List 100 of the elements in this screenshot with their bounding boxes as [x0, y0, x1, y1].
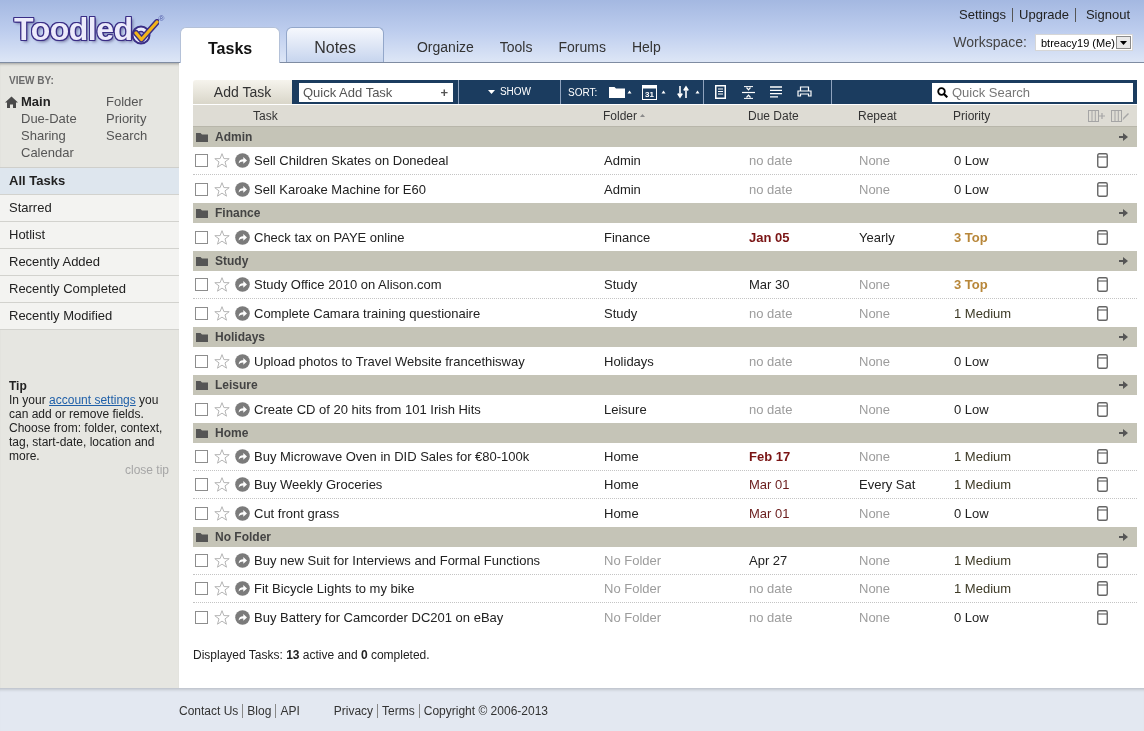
star-icon[interactable]	[214, 277, 230, 292]
task-title[interactable]: Create CD of 20 hits from 101 Irish Hits	[254, 401, 481, 417]
arrow-right-icon[interactable]	[1119, 209, 1128, 217]
task-title[interactable]: Fit Bicycle Lights to my bike	[254, 581, 415, 596]
footer-link[interactable]: Blog	[242, 704, 272, 718]
footer-link[interactable]: API	[275, 704, 300, 718]
add-task-button[interactable]: Add Task	[193, 80, 292, 104]
search-field[interactable]: Quick Search	[932, 82, 1133, 102]
note-icon[interactable]	[1097, 477, 1108, 492]
arrow-right-icon[interactable]	[1119, 257, 1128, 265]
arrow-right-icon[interactable]	[1119, 533, 1128, 541]
collapse-icon[interactable]	[741, 85, 755, 99]
arrow-circle-icon[interactable]	[235, 401, 250, 417]
account-link[interactable]: Settings	[959, 8, 1007, 22]
arrow-right-icon[interactable]	[1119, 333, 1128, 341]
account-link[interactable]: Upgrade	[1012, 8, 1069, 22]
note-icon[interactable]	[1097, 229, 1108, 245]
task-checkbox[interactable]	[195, 182, 208, 196]
arrow-right-icon[interactable]	[1119, 133, 1128, 141]
document-icon[interactable]	[714, 85, 726, 99]
list-item[interactable]: Starred	[0, 195, 179, 222]
column-header[interactable]: Folder	[603, 108, 645, 123]
task-checkbox[interactable]	[195, 582, 208, 595]
list-item[interactable]: Hotlist	[0, 222, 179, 249]
task-checkbox[interactable]	[195, 506, 208, 520]
note-icon[interactable]	[1097, 609, 1108, 625]
footer-link[interactable]: Privacy	[333, 704, 374, 718]
task-checkbox[interactable]	[195, 402, 208, 416]
note-icon[interactable]	[1097, 581, 1108, 596]
arrow-circle-icon[interactable]	[235, 609, 250, 625]
task-title[interactable]: Buy Weekly Groceries	[254, 477, 383, 492]
arrow-circle-icon[interactable]	[235, 553, 250, 568]
view-link[interactable]: Calendar	[5, 144, 90, 161]
list-item[interactable]: Recently Added	[0, 249, 179, 276]
star-icon[interactable]	[214, 449, 230, 464]
column-header[interactable]: Due Date	[748, 108, 799, 123]
note-icon[interactable]	[1097, 449, 1108, 464]
arrow-circle-icon[interactable]	[235, 449, 250, 464]
task-title[interactable]: Buy Battery for Camcorder DC201 on eBay	[254, 609, 504, 625]
view-link[interactable]: Search	[90, 127, 170, 144]
view-link[interactable]: Due-Date	[5, 110, 90, 127]
arrow-circle-icon[interactable]	[235, 581, 250, 596]
show-button[interactable]: SHOW	[459, 80, 560, 104]
list-item[interactable]: All Tasks	[0, 168, 179, 195]
star-icon[interactable]	[214, 505, 230, 521]
task-title[interactable]: Cut front grass	[254, 505, 340, 521]
arrow-circle-icon[interactable]	[235, 153, 250, 168]
star-icon[interactable]	[214, 153, 230, 168]
task-title[interactable]: Study Office 2010 on Alison.com	[254, 277, 442, 292]
task-title[interactable]: Upload photos to Travel Website francethisway	[254, 353, 525, 369]
star-icon[interactable]	[214, 581, 230, 596]
arrow-right-icon[interactable]	[1119, 381, 1128, 389]
view-link[interactable]: Priority	[90, 110, 170, 127]
dropdown-caret-icon[interactable]	[1116, 36, 1131, 49]
column-header[interactable]: Priority	[953, 108, 991, 123]
note-icon[interactable]	[1097, 401, 1108, 417]
task-title[interactable]: Sell Children Skates on Donedeal	[254, 153, 449, 168]
note-icon[interactable]	[1097, 153, 1108, 168]
star-icon[interactable]	[214, 477, 230, 492]
star-icon[interactable]	[214, 401, 230, 417]
task-checkbox[interactable]	[195, 450, 208, 463]
view-link[interactable]: Main	[5, 93, 90, 110]
star-icon[interactable]	[214, 305, 230, 321]
star-icon[interactable]	[214, 353, 230, 369]
note-icon[interactable]	[1097, 505, 1108, 521]
task-checkbox[interactable]	[195, 306, 208, 320]
nav-link[interactable]: Organize	[417, 39, 474, 55]
view-link[interactable]: Sharing	[5, 127, 90, 144]
arrow-circle-icon[interactable]	[235, 277, 250, 292]
nav-link[interactable]: Tools	[499, 39, 533, 55]
note-icon[interactable]	[1097, 553, 1108, 568]
star-icon[interactable]	[214, 229, 230, 245]
sort-arrows-icon[interactable]	[676, 85, 701, 99]
account-link[interactable]: Signout	[1074, 8, 1130, 22]
list-item[interactable]: Recently Completed	[0, 276, 179, 303]
note-icon[interactable]	[1097, 181, 1108, 197]
folder-sort-icon[interactable]	[608, 85, 633, 99]
task-checkbox[interactable]	[195, 154, 208, 167]
task-checkbox[interactable]	[195, 354, 208, 368]
task-checkbox[interactable]	[195, 478, 208, 491]
nav-link[interactable]: Forums	[558, 39, 606, 55]
task-checkbox[interactable]	[195, 230, 208, 244]
task-title[interactable]: Buy Microwave Oven in DID Sales for €80-100k	[254, 449, 530, 464]
workspace-select[interactable]: btreacy19 (Me)	[1035, 34, 1133, 51]
task-checkbox[interactable]	[195, 278, 208, 291]
note-icon[interactable]	[1097, 305, 1108, 321]
column-header[interactable]: Task	[253, 108, 278, 123]
task-title[interactable]: Sell Karoake Machine for E60	[254, 181, 426, 197]
arrow-circle-icon[interactable]	[235, 477, 250, 492]
note-icon[interactable]	[1097, 277, 1108, 292]
star-icon[interactable]	[214, 181, 230, 197]
column-header[interactable]: Repeat	[858, 108, 897, 123]
arrow-circle-icon[interactable]	[235, 353, 250, 369]
task-title[interactable]: Buy new Suit for Interviews and Formal Functions	[254, 553, 541, 568]
footer-link[interactable]: Contact Us	[179, 704, 239, 718]
account-settings-link[interactable]: account settings	[49, 393, 136, 407]
print-icon[interactable]	[796, 86, 812, 98]
list-item[interactable]: Recently Modified	[0, 303, 179, 330]
arrow-circle-icon[interactable]	[235, 505, 250, 521]
text-lines-icon[interactable]	[770, 86, 782, 98]
